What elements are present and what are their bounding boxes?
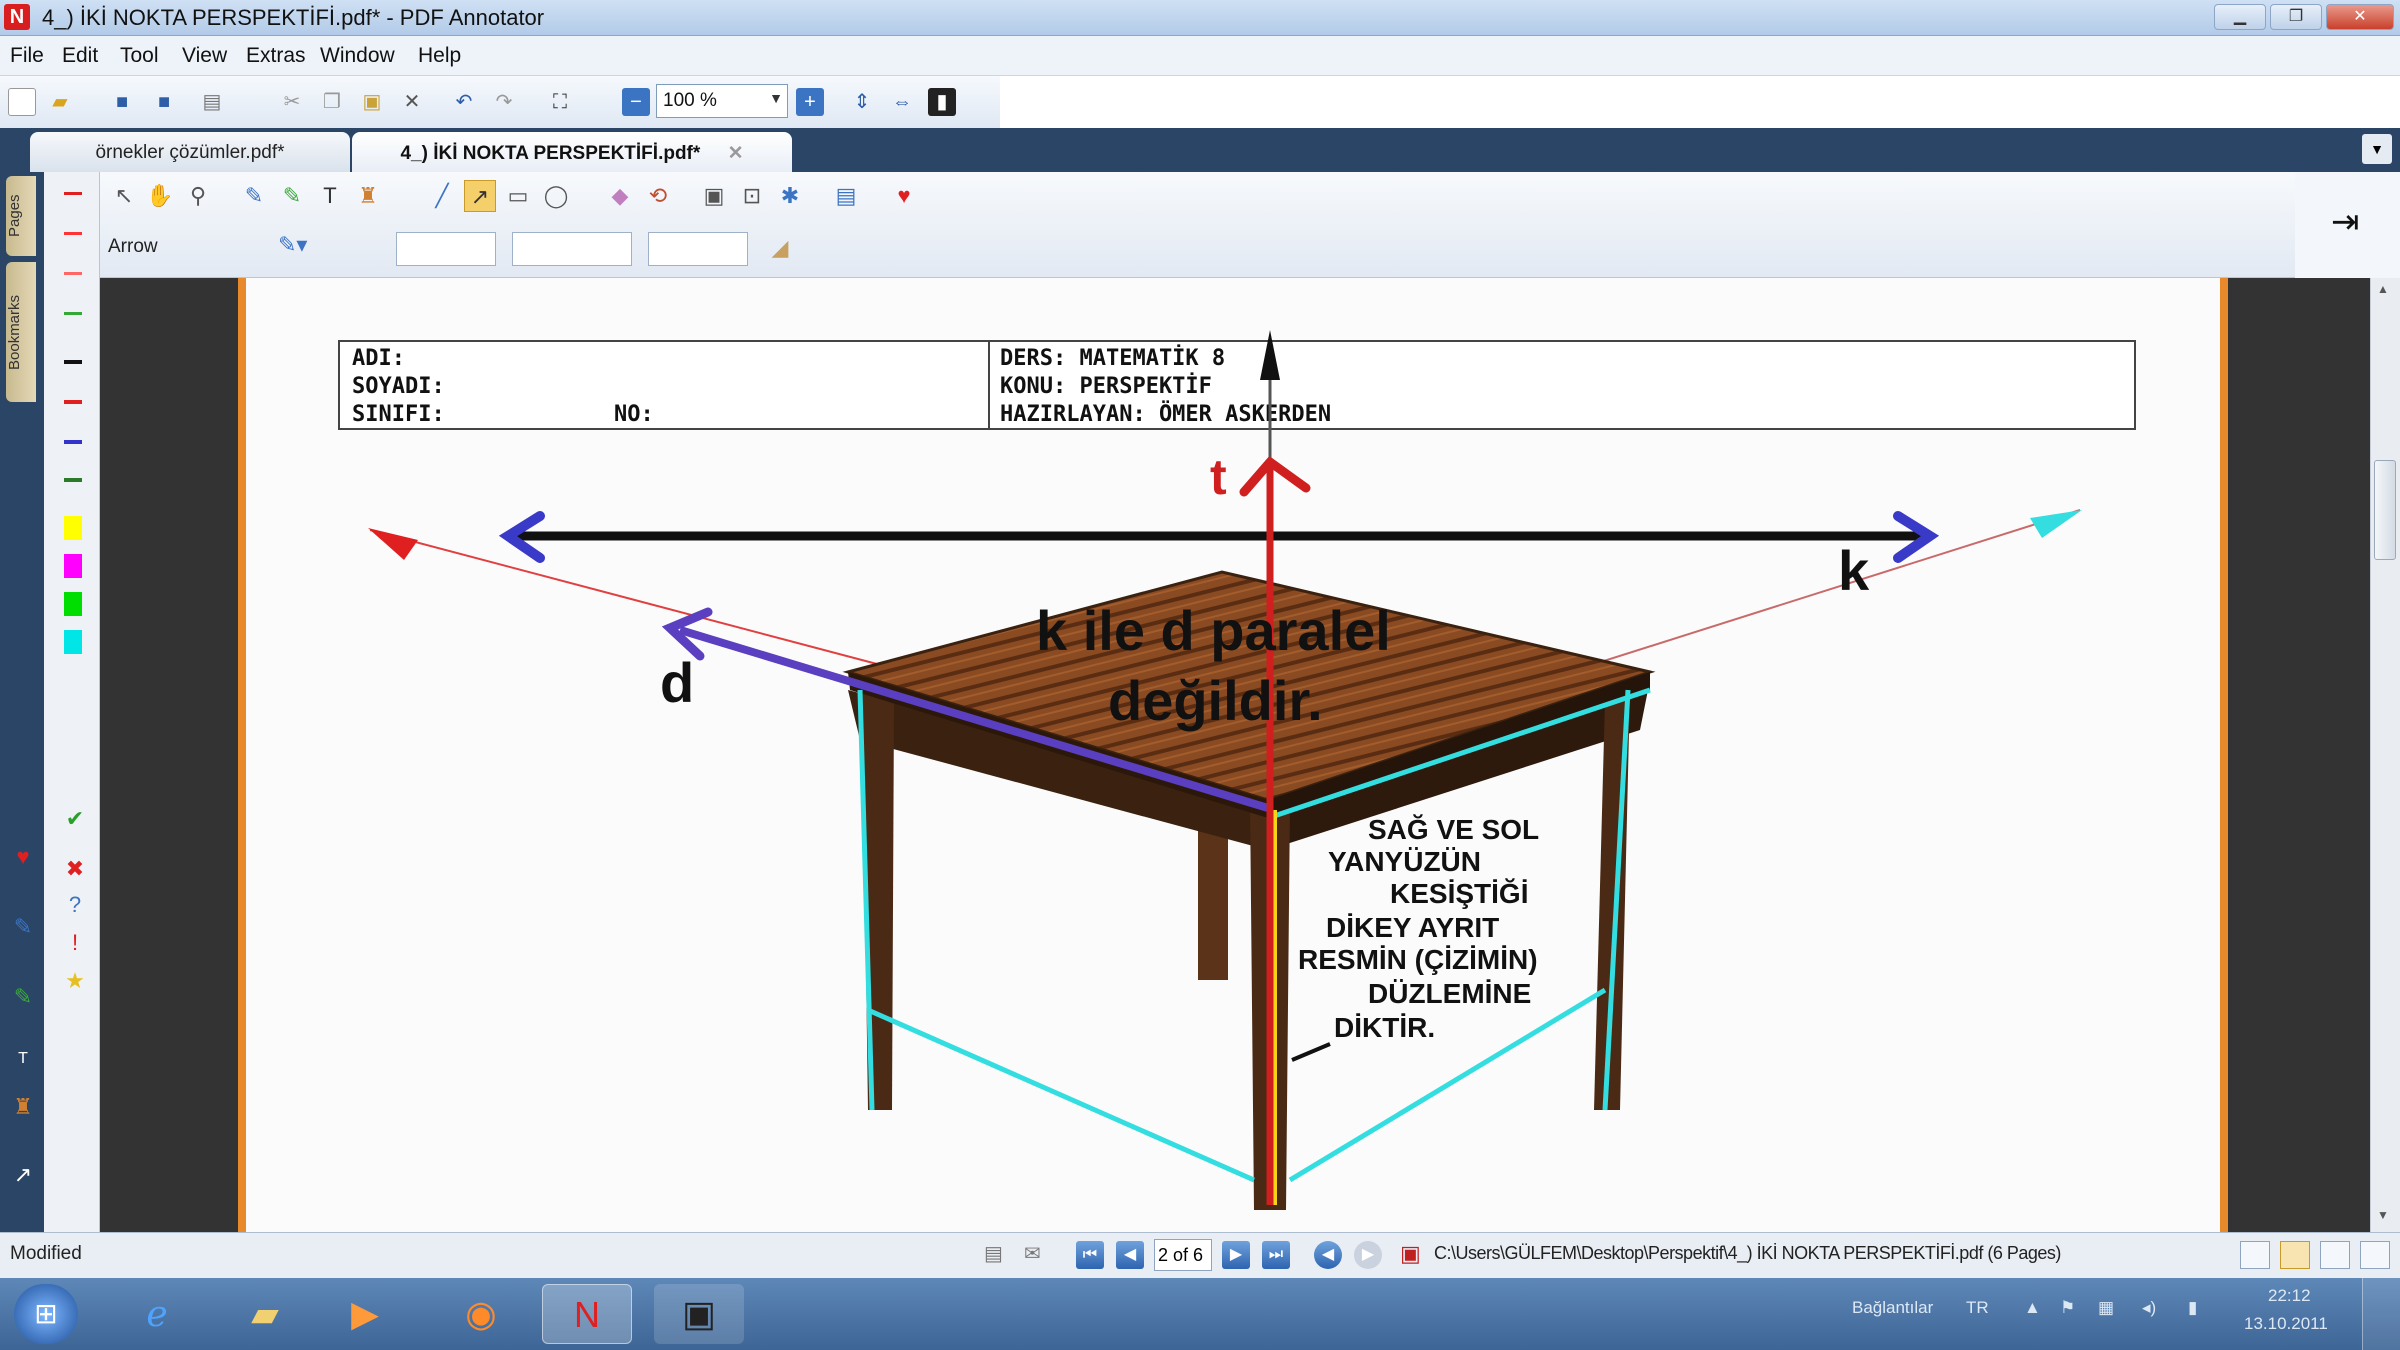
email-icon[interactable]: ✉ xyxy=(1024,1241,1041,1266)
label-k: k xyxy=(1838,539,1870,602)
internet-explorer-icon[interactable]: ℯ xyxy=(112,1284,202,1344)
label-d: d xyxy=(660,651,695,714)
page-number-input[interactable]: 2 of 6 xyxy=(1154,1239,1212,1271)
right-vanishing-arrowhead xyxy=(2030,510,2082,538)
print-icon[interactable]: ▤ xyxy=(984,1241,1003,1266)
left-vanishing-arrowhead xyxy=(368,528,418,560)
note-pointer-line xyxy=(1291,1042,1331,1062)
next-page-button[interactable]: ▶ xyxy=(1222,1241,1250,1269)
modified-status: Modified xyxy=(10,1243,82,1264)
pdf-annotator-taskbar-icon[interactable]: N xyxy=(542,1284,632,1344)
network-icon[interactable]: ▦ xyxy=(2098,1298,2114,1318)
clock-date[interactable]: 13.10.2011 xyxy=(2244,1314,2328,1334)
language-indicator[interactable]: TR xyxy=(1966,1298,1989,1318)
note-line-3: KESİŞTİĞİ xyxy=(1390,878,1529,909)
left-base-line xyxy=(866,1007,1256,1183)
last-page-button[interactable]: ⏭ xyxy=(1262,1241,1290,1269)
statement-line-2: değildir. xyxy=(1108,669,1323,732)
note-line-7: DİKTİR. xyxy=(1334,1012,1436,1043)
single-page-view-icon[interactable] xyxy=(2240,1241,2270,1269)
label-t: t xyxy=(1210,449,1227,505)
clock-time[interactable]: 22:12 xyxy=(2268,1286,2311,1306)
note-line-6: DÜZLEMİNE xyxy=(1368,978,1532,1009)
vertical-guide-arrowhead xyxy=(1260,330,1280,380)
line-t-arrowhead xyxy=(1239,455,1311,497)
camera-app-icon[interactable]: ▣ xyxy=(654,1284,744,1344)
thumbnail-view-icon[interactable] xyxy=(2360,1241,2390,1269)
media-player-icon[interactable]: ▶ xyxy=(320,1284,410,1344)
tray-expand-icon[interactable]: ▲ xyxy=(2024,1298,2041,1318)
continuous-view-icon[interactable] xyxy=(2280,1241,2310,1269)
note-line-4: DİKEY AYRIT xyxy=(1326,912,1500,943)
first-page-button[interactable]: ⏮ xyxy=(1076,1241,1104,1269)
flag-icon[interactable]: ⚑ xyxy=(2060,1298,2075,1318)
back-button[interactable]: ◀ xyxy=(1314,1241,1342,1269)
firefox-icon[interactable]: ◉ xyxy=(436,1284,526,1344)
forward-button[interactable]: ▶ xyxy=(1354,1241,1382,1269)
windows-taskbar: ⊞ ℯ ▰ ▶ ◉ N ▣ Bağlantılar TR ▲ ⚑ ▦ ◂) ▮ … xyxy=(0,1278,2400,1350)
status-bar: Modified ▤ ✉ ⏮ ◀ 2 of 6 ▶ ⏭ ◀ ▶ ▣ C:\Use… xyxy=(0,1232,2400,1278)
note-line-1: SAĞ VE SOL xyxy=(1368,814,1540,845)
table-back-leg xyxy=(1198,820,1228,980)
two-page-view-icon[interactable] xyxy=(2320,1241,2350,1269)
file-explorer-icon[interactable]: ▰ xyxy=(220,1284,310,1344)
note-line-2: YANYÜZÜN xyxy=(1328,846,1481,877)
volume-icon[interactable]: ◂) xyxy=(2142,1298,2156,1318)
power-icon[interactable]: ▮ xyxy=(2188,1298,2197,1318)
show-desktop-button[interactable] xyxy=(2362,1278,2400,1350)
start-button[interactable]: ⊞ xyxy=(14,1284,78,1344)
statement-line-1: k ile d paralel xyxy=(1036,599,1391,662)
note-line-5: RESMİN (ÇİZİMİN) xyxy=(1298,944,1538,975)
file-path: C:\Users\GÜLFEM\Desktop\Perspektif\4_) İ… xyxy=(1434,1243,2061,1263)
connections-label[interactable]: Bağlantılar xyxy=(1852,1298,1933,1318)
pdf-file-icon: ▣ xyxy=(1400,1241,1421,1266)
previous-page-button[interactable]: ◀ xyxy=(1116,1241,1144,1269)
